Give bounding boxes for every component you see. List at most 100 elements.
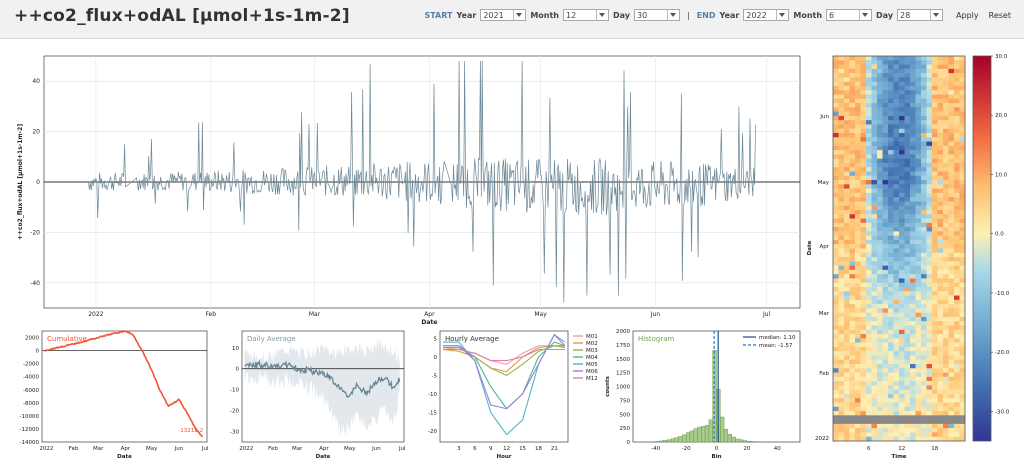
heatmap-cell	[844, 175, 850, 181]
start-year-select[interactable]: 2021	[480, 9, 527, 21]
heatmap-cell	[904, 154, 911, 159]
heatmap-cell	[948, 398, 955, 403]
heatmap-cell	[860, 103, 867, 108]
x-axis-label: Date	[421, 319, 437, 326]
heatmap-cell	[910, 56, 916, 61]
apply-button[interactable]: Apply	[953, 11, 982, 20]
heatmap-cell	[893, 355, 900, 361]
heatmap-cell	[893, 167, 900, 172]
heatmap-cell	[921, 141, 927, 147]
heatmap-cell	[866, 287, 872, 292]
heatmap-cell	[871, 385, 878, 390]
heatmap-cell	[904, 120, 911, 125]
heatmap-cell	[943, 214, 949, 219]
heatmap-cell	[833, 393, 839, 399]
x-tick-label: Apr	[319, 446, 329, 452]
heatmap-cell	[910, 141, 916, 147]
heatmap-cell	[937, 398, 944, 403]
heatmap-cell	[877, 150, 883, 155]
heatmap-cell	[844, 385, 850, 390]
heatmap-cell	[855, 351, 861, 356]
heatmap-cell	[860, 351, 867, 356]
heatmap-cell	[932, 274, 938, 279]
heatmap-cell	[943, 184, 949, 189]
heatmap-cell	[877, 415, 883, 420]
heatmap-cell	[860, 124, 867, 130]
heatmap-cell	[954, 334, 960, 339]
heatmap-cell	[899, 372, 905, 378]
heatmap-cell	[921, 60, 927, 65]
heatmap-cell	[844, 90, 850, 95]
heatmap-cell	[888, 218, 894, 224]
heatmap-cell	[937, 329, 944, 335]
heatmap-cell	[860, 167, 867, 172]
heatmap-cell	[910, 107, 916, 112]
heatmap-cell	[926, 325, 933, 331]
histogram-bar	[674, 437, 679, 443]
heatmap-cell	[855, 222, 861, 228]
heatmap-cell	[844, 184, 850, 189]
plot-frame	[41, 330, 208, 443]
heatmap-cell	[948, 393, 955, 399]
heatmap-cell	[926, 428, 933, 433]
heatmap-cell	[838, 239, 845, 245]
heatmap-cell	[921, 398, 927, 403]
heatmap-cell	[926, 56, 933, 61]
heatmap-cell	[844, 137, 850, 142]
heatmap-cell	[926, 167, 933, 172]
heatmap-cell	[893, 103, 900, 108]
heatmap-cell	[899, 368, 905, 373]
heatmap-cell	[899, 85, 905, 91]
heatmap-cell	[882, 334, 889, 339]
heatmap-cell	[860, 222, 867, 228]
y-tick-label: 1250	[616, 371, 630, 377]
histogram-bar	[663, 440, 668, 443]
end-year-select[interactable]: 2022	[743, 9, 790, 21]
heatmap-cell	[904, 364, 911, 369]
end-day-select[interactable]: 28	[897, 9, 944, 21]
heatmap-cell	[833, 145, 839, 151]
heatmap-cell	[893, 137, 900, 142]
chart-title: Histogram	[638, 335, 674, 343]
x-tick-label: 9	[489, 446, 493, 452]
heatmap-cell	[860, 115, 867, 121]
heatmap-cell	[888, 197, 894, 202]
heatmap-cell	[948, 355, 955, 361]
start-month-select[interactable]: 12	[563, 9, 609, 21]
heatmap-cell	[866, 77, 872, 82]
y-tick-label: 0	[627, 440, 631, 446]
heatmap-cell	[915, 90, 922, 95]
heatmap-cell	[943, 368, 949, 373]
end-month-select[interactable]: 6	[826, 9, 873, 21]
heatmap-cell	[915, 201, 922, 207]
heatmap-cell	[943, 406, 949, 412]
heatmap-cell	[871, 180, 878, 185]
heatmap-cell	[888, 107, 894, 112]
heatmap-cell	[855, 269, 861, 275]
heatmap-cell	[915, 111, 922, 117]
heatmap-cell	[849, 111, 856, 117]
heatmap-cell	[932, 120, 938, 125]
heatmap-cell	[921, 304, 927, 309]
heatmap-cell	[882, 145, 889, 151]
heatmap-cell	[921, 389, 927, 395]
heatmap-cell	[877, 364, 883, 369]
x-tick-label: Jul	[762, 311, 771, 318]
heatmap-cell	[877, 235, 883, 241]
heatmap-cell	[910, 398, 916, 403]
heatmap-cell	[899, 419, 905, 425]
heatmap-cell	[899, 342, 905, 348]
heatmap-cell	[926, 98, 933, 104]
heatmap-cell	[921, 184, 927, 189]
start-day-select[interactable]: 30	[634, 9, 681, 21]
heatmap-cell	[844, 274, 850, 279]
reset-button[interactable]: Reset	[986, 11, 1014, 20]
heatmap-cell	[943, 154, 949, 159]
heatmap-cell	[844, 406, 850, 412]
heatmap-cell	[866, 304, 872, 309]
heatmap-cell	[959, 239, 966, 245]
heatmap-cell	[866, 308, 872, 313]
x-tick-label: 12	[898, 446, 905, 452]
chart-title: Daily Average	[247, 335, 296, 343]
heatmap-cell	[932, 150, 938, 155]
